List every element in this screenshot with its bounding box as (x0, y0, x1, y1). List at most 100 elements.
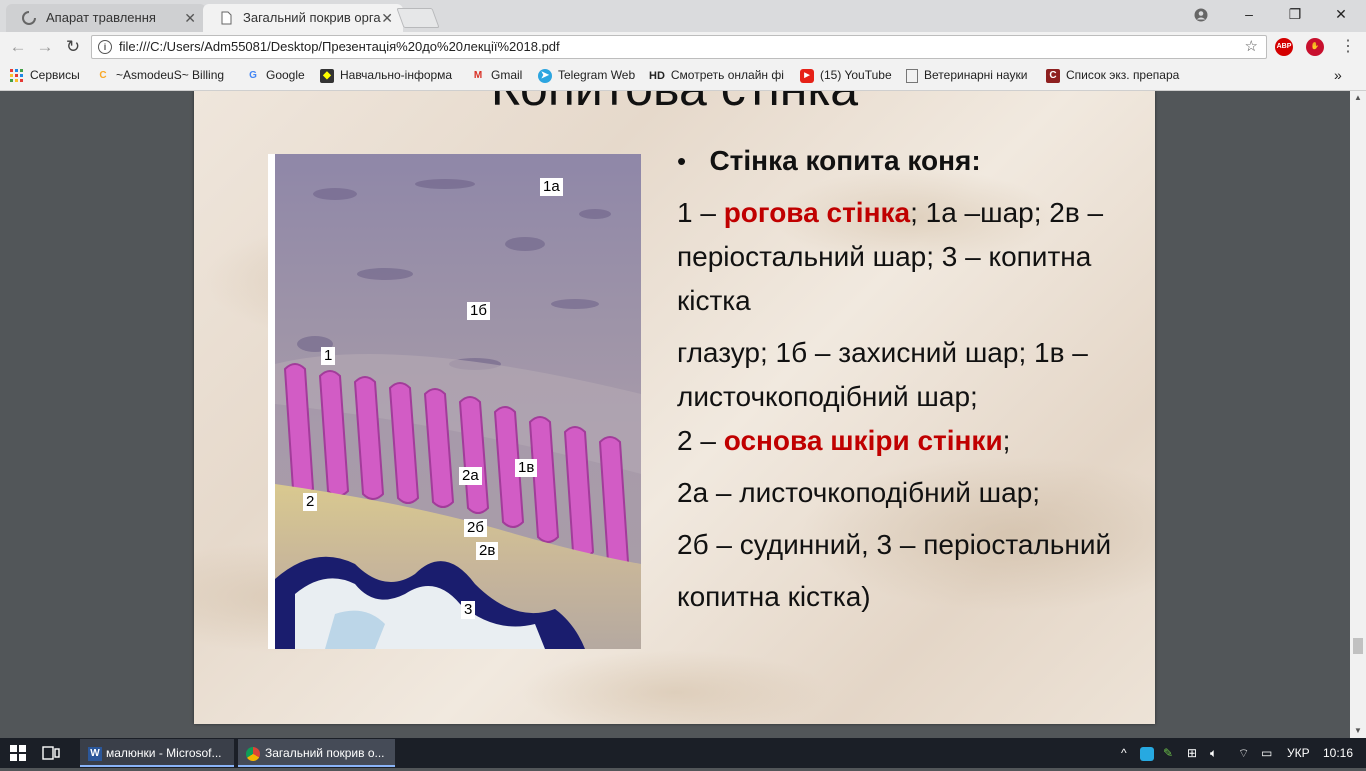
heading-text: Стінка копита коня: (709, 145, 981, 176)
taskbar-word[interactable]: Wмалюнки - Microsof... (80, 739, 234, 767)
bookmark-telegram[interactable]: ➤ Telegram Web (538, 62, 635, 90)
bookmarks-bar: Сервисы C ~AsmodeuS~ Billing G Google ◆ Нав… (0, 62, 1366, 91)
youtube-icon: ▶ (800, 68, 814, 83)
label-3: 3 (461, 601, 476, 619)
close-window-button[interactable]: ✕ (1318, 0, 1364, 30)
reload-icon[interactable]: ↻ (61, 36, 85, 58)
taskbar-chrome[interactable]: Загальний покрив о... (238, 739, 395, 767)
paragraph-1: 1 – рогова стінка; 1а –шар; 2в – періост… (677, 191, 1147, 323)
label-2: 2 (303, 493, 318, 511)
close-icon[interactable]: ✕ (381, 4, 393, 32)
scroll-thumb[interactable] (1353, 638, 1363, 654)
wifi-icon[interactable]: ⌔ (1238, 738, 1249, 768)
pdf-viewer[interactable]: Копитова стінка (0, 91, 1350, 738)
micrograph-image (275, 154, 641, 649)
slide-title: Копитова стінка (194, 91, 1155, 117)
shield-icon: ◆ (320, 68, 334, 83)
scroll-up-icon[interactable]: ▲ (1354, 93, 1362, 102)
word-icon: W (88, 746, 102, 761)
clock[interactable]: 10:16 (1323, 738, 1353, 768)
bookmark-label: Ветеринарні науки (924, 68, 1028, 82)
info-icon[interactable]: i (98, 40, 112, 54)
paragraph-3: 2 – основа шкіри стінки; (677, 419, 1147, 463)
label-1b: 1б (467, 302, 490, 320)
taskbar: Wмалюнки - Microsof... Загальний покрив … (0, 738, 1366, 768)
bookmark-label: ~AsmodeuS~ Billing (116, 68, 225, 82)
bookmark-label: Смотреть онлайн фі (670, 68, 784, 82)
label-2a: 2а (459, 467, 482, 485)
vertical-scrollbar[interactable]: ▲ ▼ (1350, 91, 1366, 738)
bookmark-gmail[interactable]: M Gmail (471, 62, 523, 90)
tab-label: Апарат травлення (46, 10, 156, 25)
bookmark-label: Gmail (491, 68, 523, 82)
hd-badge: HD (649, 69, 665, 82)
bookmarks-more[interactable]: » (1334, 62, 1342, 90)
battery-icon[interactable]: ▭ (1261, 738, 1272, 768)
address-bar[interactable]: i file:///C:/Users/Adm55081/Desktop/През… (91, 35, 1267, 59)
tray-chevron-icon[interactable]: ^ (1121, 738, 1127, 768)
bookmark-label: Сервисы (30, 68, 80, 82)
volume-icon[interactable]: 🔈︎ (1210, 738, 1217, 768)
paragraph-5: 2б – судинний, 3 – періостальний (677, 529, 1112, 560)
tab-apparat[interactable]: Апарат травлення ✕ (6, 4, 206, 32)
label-2b: 2б (464, 519, 487, 537)
tab-label: Загальний покрив орга (243, 10, 381, 25)
google-icon: G (249, 69, 257, 81)
bookmark-asmodeus[interactable]: C ~AsmodeuS~ Billing (96, 62, 224, 90)
bookmark-label: Google (266, 68, 305, 82)
tab-zagalnyi[interactable]: Загальний покрив орга ✕ (203, 4, 403, 32)
bookmark-youtube[interactable]: ▶ (15) YouTube (800, 62, 892, 90)
adblock-icon[interactable]: ABP (1275, 38, 1293, 56)
new-tab-button[interactable] (396, 8, 440, 28)
windows-start-icon[interactable] (10, 739, 34, 767)
taskbar-label: малюнки - Microsof... (106, 746, 222, 760)
tray-edit-icon[interactable]: ✎ (1163, 738, 1173, 768)
bookmark-apps[interactable]: Сервисы (10, 62, 80, 90)
bullet-heading: • Стінка копита коня: (677, 145, 981, 176)
label-1v: 1в (515, 459, 538, 477)
bookmark-label: (15) YouTube (820, 68, 892, 82)
label-1: 1 (321, 347, 336, 365)
scroll-down-icon[interactable]: ▼ (1354, 726, 1362, 735)
bookmark-spysok[interactable]: C Список экз. препара (1046, 62, 1179, 90)
bookmark-google[interactable]: G Google (246, 62, 305, 90)
bookmark-vet[interactable]: Ветеринарні науки (906, 62, 1027, 90)
network-icon[interactable]: ⊞ (1187, 738, 1197, 768)
star-icon[interactable]: ☆ (1245, 36, 1258, 58)
close-icon[interactable]: ✕ (184, 4, 196, 32)
back-icon[interactable]: ← (6, 36, 30, 58)
address-url[interactable]: file:///C:/Users/Adm55081/Desktop/Презен… (119, 36, 560, 58)
slide-page: Копитова стінка (194, 91, 1155, 724)
menu-icon[interactable]: ⋮ (1336, 36, 1360, 58)
paragraph-2: глазур; 1б – захисний шар; 1в – листочко… (677, 337, 1088, 412)
bookmark-label: Навчально-інформа (340, 68, 453, 82)
page-icon (906, 68, 918, 83)
tray-app-icon[interactable] (1140, 738, 1154, 768)
document-icon (221, 11, 232, 25)
highlight-rogova: рогова стінка (723, 197, 911, 228)
highlight-osnova: основа шкіри стінки (723, 425, 1003, 456)
label-1a: 1а (540, 178, 563, 196)
label-2v: 2в (476, 542, 499, 560)
paragraph-4: 2а – листочкоподібний шар; (677, 477, 1041, 508)
bookmark-label: Список экз. препара (1066, 68, 1180, 82)
maximize-button[interactable]: ❐ (1272, 0, 1318, 30)
hand-extension-icon[interactable]: ✋ (1306, 38, 1324, 56)
text-span: 2 – (677, 425, 724, 456)
minimize-button[interactable]: – (1226, 0, 1272, 30)
bookmark-hd[interactable]: HD Смотреть онлайн фі (649, 62, 784, 90)
gmail-icon: M (473, 69, 483, 81)
slide-text: • Стінка копита коня: 1 – рогова стінка;… (677, 139, 1147, 619)
site-icon: C (1046, 68, 1060, 83)
language-indicator[interactable]: УКР (1287, 738, 1310, 768)
forward-icon[interactable]: → (33, 36, 57, 58)
taskbar-label: Загальний покрив о... (265, 746, 385, 760)
task-view-icon[interactable] (42, 739, 66, 767)
bookmark-navch[interactable]: ◆ Навчально-інформа (320, 62, 452, 90)
micrograph: 1а 1б 1 2а 1в 2 2б 2в 3 (268, 154, 641, 649)
text-span: ; (1002, 425, 1011, 456)
profile-icon[interactable] (1178, 0, 1224, 30)
tab-strip: Апарат травлення ✕ Загальний покрив орга… (0, 0, 1366, 32)
crescent-icon: C (99, 69, 107, 81)
apps-grid-icon (10, 68, 24, 83)
